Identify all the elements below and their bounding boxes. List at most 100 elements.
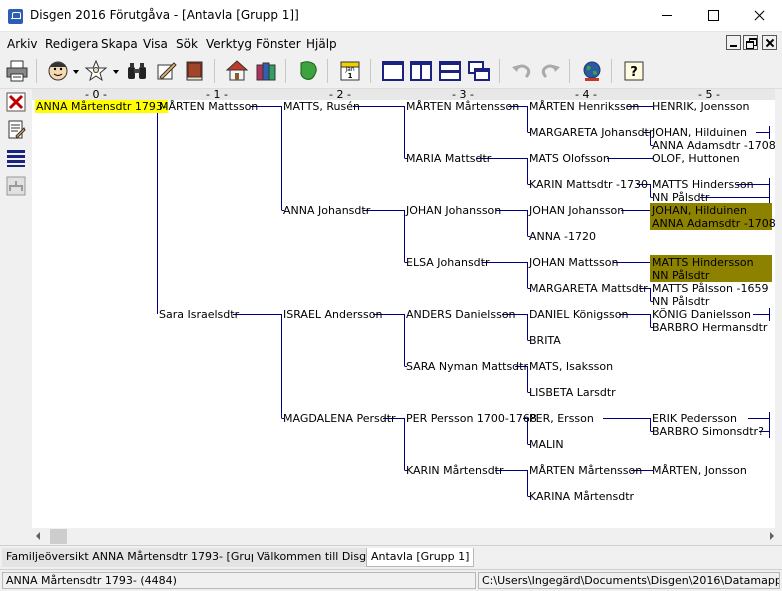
maximize-button[interactable] xyxy=(690,0,736,30)
person-node[interactable]: ANDERS Danielsson xyxy=(405,308,517,321)
horizontal-scrollbar[interactable] xyxy=(32,528,782,545)
menu-arkiv[interactable]: Arkiv xyxy=(7,37,38,51)
tab-pedigree[interactable]: Antavla [Grupp 1] xyxy=(366,548,475,567)
person-node[interactable]: OLOF, Huttonen xyxy=(651,152,741,165)
mdi-restore-button[interactable] xyxy=(743,35,758,50)
person-node[interactable]: MATS, Isaksson xyxy=(528,360,614,373)
person-node-duplicate[interactable]: MATTS Hindersson xyxy=(651,256,755,269)
layout-cascade-icon[interactable] xyxy=(467,59,491,83)
book-icon[interactable] xyxy=(183,59,207,83)
person-node[interactable]: JOHAN Johansson xyxy=(405,204,502,217)
person-icon[interactable] xyxy=(46,59,70,83)
person-node[interactable]: MARGARETA Mattsdtr xyxy=(528,282,649,295)
person-node[interactable]: KARINA Mårtensdtr xyxy=(528,490,635,503)
person-node[interactable]: BRITA xyxy=(528,334,562,347)
person-node[interactable]: ELSA Johansdtr xyxy=(405,256,491,269)
person-node[interactable]: MARGARETA Johansdtr xyxy=(528,126,654,139)
person-node[interactable]: Sara Israelsdtr xyxy=(158,308,240,321)
person-node[interactable]: ANNA -1720 xyxy=(528,230,597,243)
help-icon[interactable]: ? xyxy=(622,59,646,83)
person-node-root[interactable]: ANNA Mårtensdtr 1793- xyxy=(35,100,168,113)
minimize-button[interactable] xyxy=(644,0,690,30)
title-bar: Disgen 2016 Förutgåva - [Antavla [Grupp … xyxy=(0,0,782,32)
printer-icon[interactable] xyxy=(5,59,29,83)
person-node[interactable]: KÖNIG Danielsson xyxy=(651,308,752,321)
list-icon[interactable] xyxy=(6,148,26,168)
person-node[interactable]: KARIN Mattsdtr -1730 xyxy=(528,178,649,191)
person-node[interactable]: BARBRO Hermansdtr xyxy=(651,321,768,334)
star-person-dropdown-arrow[interactable] xyxy=(113,70,119,74)
person-dropdown-arrow[interactable] xyxy=(73,70,79,74)
menu-sok[interactable]: Sök xyxy=(176,37,198,51)
tree-icon[interactable] xyxy=(6,176,26,196)
person-node[interactable]: MATTS, Rusén xyxy=(282,100,361,113)
person-node-duplicate[interactable]: ANNA Adamsdtr -1708 xyxy=(651,217,775,230)
vertical-scrollbar[interactable] xyxy=(775,89,782,528)
person-node[interactable]: ERIK Pedersson xyxy=(651,412,738,425)
undo-icon[interactable] xyxy=(510,59,534,83)
toolbar-separator xyxy=(327,59,328,83)
mdi-close-button[interactable] xyxy=(762,35,777,50)
menu-hjalp[interactable]: Hjälp xyxy=(306,37,337,51)
edit-hand-icon[interactable] xyxy=(154,59,178,83)
delete-x-icon[interactable] xyxy=(6,92,26,112)
tab-family-overview[interactable]: Familjeöversikt ANNA Mårtensdtr 1793- [G… xyxy=(2,548,285,567)
person-node[interactable]: ISRAEL Andersson xyxy=(282,308,383,321)
menu-visa[interactable]: Visa xyxy=(143,37,168,51)
family-books-icon[interactable] xyxy=(254,59,278,83)
person-node[interactable]: DANIEL Königsson xyxy=(528,308,629,321)
person-node-duplicate[interactable]: JOHAN, Hilduinen xyxy=(651,204,748,217)
layout-two-columns-icon[interactable] xyxy=(409,59,433,83)
person-node[interactable]: MÅRTEN Mårtensson xyxy=(405,100,520,113)
person-node[interactable]: MÅRTEN Henriksson xyxy=(528,100,640,113)
globe-icon[interactable] xyxy=(580,59,604,83)
person-node[interactable]: LISBETA Larsdtr xyxy=(528,386,617,399)
person-node[interactable]: MÅRTEN Mattsson xyxy=(158,100,259,113)
status-current-person: ANNA Mårtensdtr 1793- (4484) xyxy=(2,572,476,589)
person-node[interactable]: MATTS Hindersson xyxy=(651,178,755,191)
close-button[interactable] xyxy=(736,0,782,30)
scroll-thumb[interactable] xyxy=(50,529,67,544)
toolbar-separator xyxy=(285,59,286,83)
person-node[interactable]: JOHAN Mattsson xyxy=(528,256,619,269)
person-node[interactable]: HENRIK, Joensson xyxy=(651,100,750,113)
person-node[interactable]: PER Persson 1700-1768 xyxy=(405,412,538,425)
home-icon[interactable] xyxy=(225,59,249,83)
layout-single-icon[interactable] xyxy=(381,59,405,83)
person-node-duplicate[interactable]: NN Pålsdtr xyxy=(651,269,710,282)
map-icon[interactable] xyxy=(296,59,320,83)
report-icon[interactable] xyxy=(6,120,26,140)
toolbar-separator xyxy=(36,59,37,83)
mdi-minimize-button[interactable] xyxy=(726,35,741,50)
menu-fonster[interactable]: Fönster xyxy=(256,37,301,51)
person-node[interactable]: MATTS Pålsson -1659 xyxy=(651,282,769,295)
person-node[interactable]: JOHAN Johansson xyxy=(528,204,625,217)
person-node[interactable]: MÅRTEN, Jonsson xyxy=(651,464,748,477)
menu-redigera[interactable]: Redigera xyxy=(45,37,98,51)
person-node[interactable]: MALIN xyxy=(528,438,565,451)
scroll-right-arrow-icon[interactable] xyxy=(770,532,774,540)
window-tab-strip: Familjeöversikt ANNA Mårtensdtr 1793- [G… xyxy=(0,545,782,567)
binoculars-icon[interactable] xyxy=(125,59,149,83)
toolbar-separator xyxy=(499,59,500,83)
person-node[interactable]: MÅRTEN Mårtensson xyxy=(528,464,643,477)
menu-skapa[interactable]: Skapa xyxy=(101,37,138,51)
person-node[interactable]: KARIN Mårtensdtr xyxy=(405,464,505,477)
person-node[interactable]: MAGDALENA Persdtr xyxy=(282,412,397,425)
person-node[interactable]: PER, Ersson xyxy=(528,412,595,425)
person-node[interactable]: NN Pålsdtr xyxy=(651,295,710,308)
person-node[interactable]: ANNA Adamsdtr -1708 xyxy=(651,139,775,152)
calendar-icon[interactable]: Jan 1 xyxy=(338,59,362,83)
person-node[interactable]: BARBRO Simonsdtr? xyxy=(651,425,765,438)
layout-two-rows-icon[interactable] xyxy=(438,59,462,83)
star-person-icon[interactable] xyxy=(84,59,108,83)
person-node[interactable]: ANNA Johansdtr xyxy=(282,204,371,217)
scroll-left-arrow-icon[interactable] xyxy=(36,532,40,540)
menu-verktyg[interactable]: Verktyg xyxy=(206,37,252,51)
redo-icon[interactable] xyxy=(538,59,562,83)
window-title: Disgen 2016 Förutgåva - [Antavla [Grupp … xyxy=(30,8,299,22)
person-node[interactable]: JOHAN, Hilduinen xyxy=(651,126,748,139)
person-node[interactable]: MATS Olofsson xyxy=(528,152,611,165)
person-node[interactable]: SARA Nyman Mattsdtr xyxy=(405,360,529,373)
person-node[interactable]: MARIA Mattsdtr xyxy=(405,152,492,165)
